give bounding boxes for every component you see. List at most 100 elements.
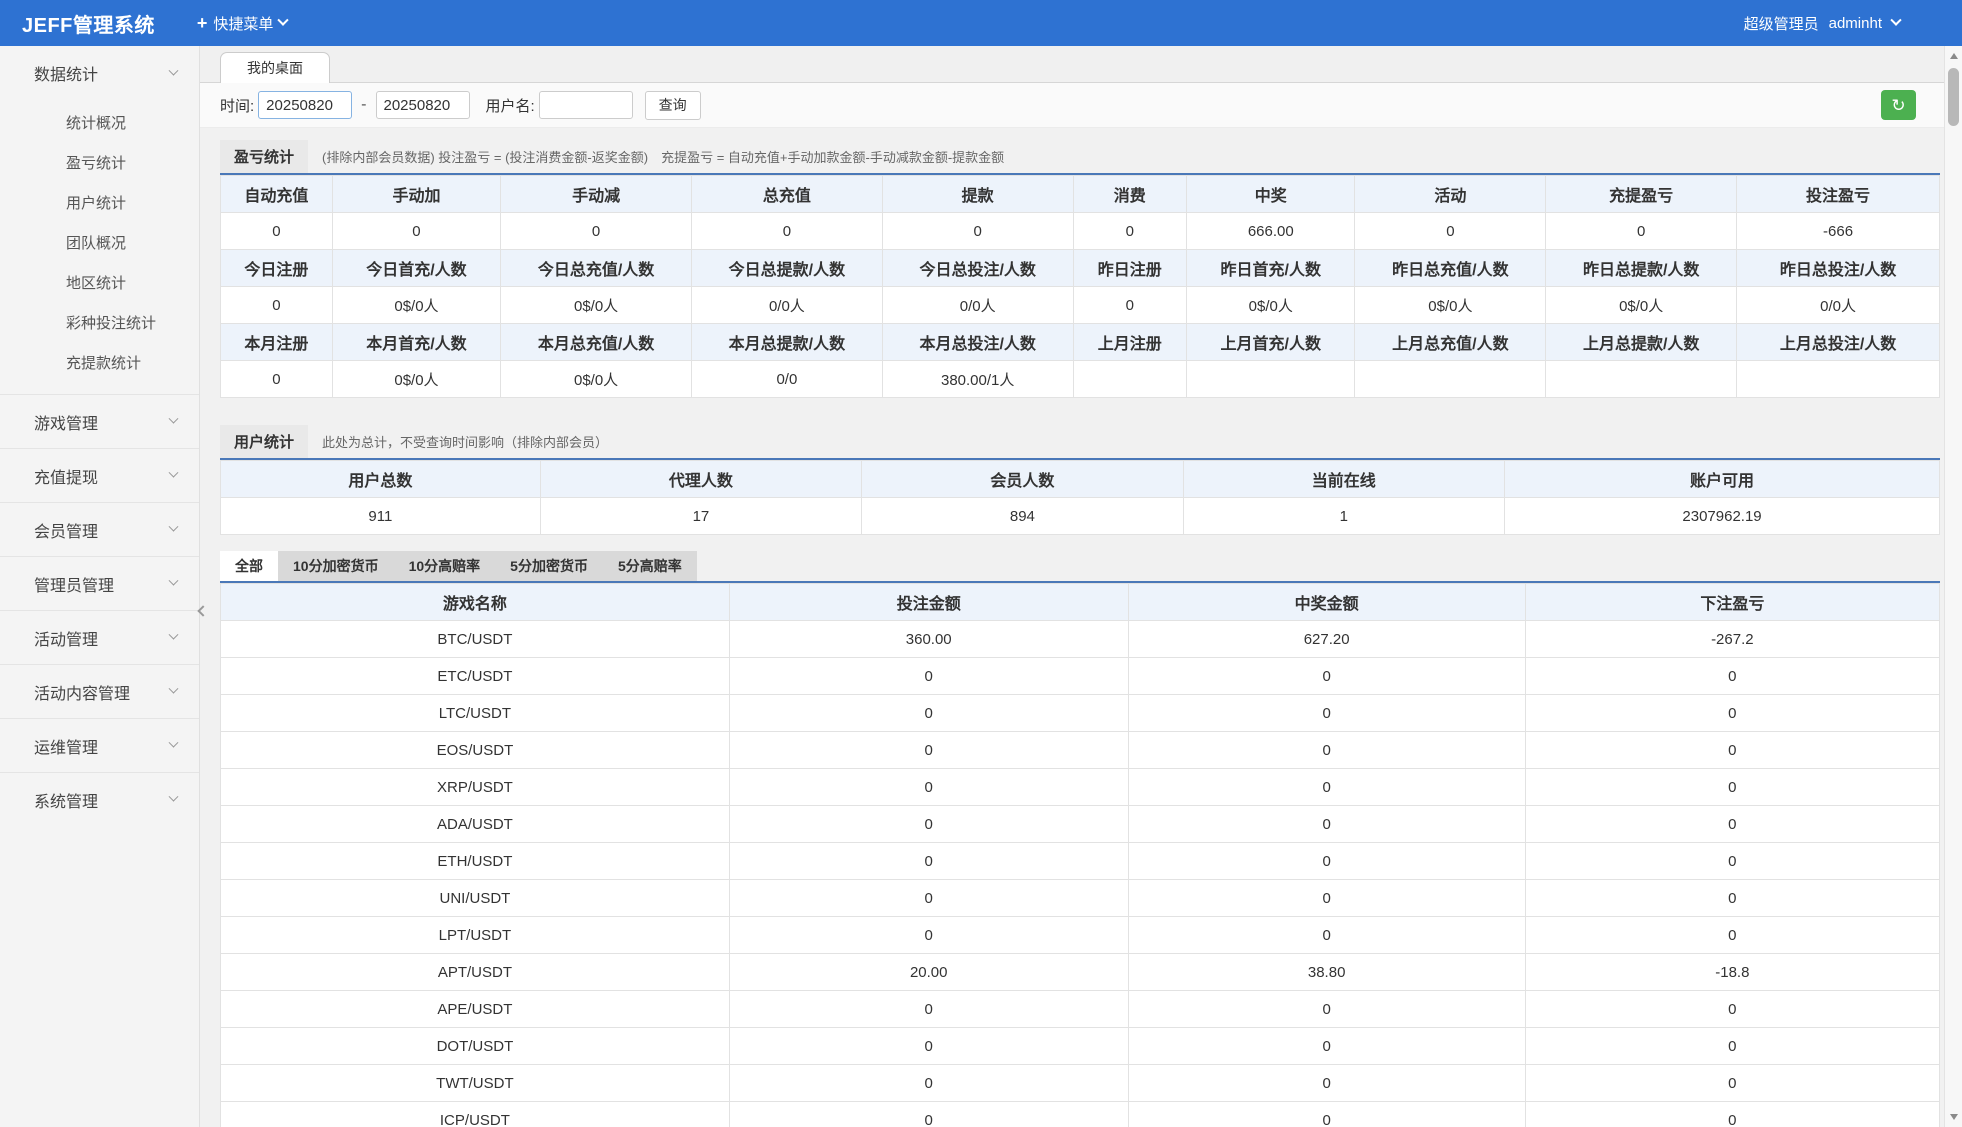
game-cell: 0	[729, 843, 1128, 880]
user-header-row: 用户总数代理人数会员人数当前在线账户可用	[221, 461, 1940, 498]
profit-value-cell: 0	[221, 361, 333, 398]
sidebar-group-label: 活动管理	[34, 626, 170, 650]
profit-value-cell: 0$/0人	[1187, 287, 1355, 324]
time-from-input[interactable]	[258, 91, 352, 119]
game-cell: 0	[1525, 991, 1939, 1028]
user-section-header: 用户统计 此处为总计，不受查询时间影响（排除内部会员）	[220, 425, 1940, 460]
game-row: TWT/USDT000	[221, 1065, 1940, 1102]
scrollbar[interactable]	[1944, 46, 1962, 1127]
username-input[interactable]	[539, 91, 633, 119]
scrollbar-thumb[interactable]	[1948, 68, 1959, 126]
game-tab[interactable]: 全部	[220, 551, 278, 581]
sidebar-group[interactable]: 充值提现	[0, 448, 199, 502]
game-cell: 0	[729, 658, 1128, 695]
user-header-cell: 会员人数	[862, 461, 1183, 498]
game-cell: 0	[1525, 917, 1939, 954]
scroll-down-arrow[interactable]	[1945, 1109, 1962, 1125]
query-button[interactable]: 查询	[645, 91, 701, 120]
sidebar-subitem[interactable]: 盈亏统计	[0, 144, 199, 184]
game-cell: 0	[1128, 843, 1525, 880]
sidebar-group[interactable]: 会员管理	[0, 502, 199, 556]
sidebar-collapse-handle[interactable]	[196, 594, 210, 628]
game-cell: -267.2	[1525, 621, 1939, 658]
chevron-down-icon	[1890, 15, 1901, 26]
game-cell: TWT/USDT	[221, 1065, 730, 1102]
profit-value-cell: 0	[1073, 287, 1186, 324]
chevron-left-icon	[197, 605, 208, 616]
time-to-input[interactable]	[376, 91, 470, 119]
sidebar-group-label: 系统管理	[34, 788, 170, 812]
sidebar-subitem[interactable]: 团队概况	[0, 224, 199, 264]
game-header-cell: 中奖金额	[1128, 584, 1525, 621]
game-tab[interactable]: 10分高赔率	[394, 551, 496, 581]
profit-header-cell: 消费	[1073, 176, 1186, 213]
sidebar-group[interactable]: 数据统计	[0, 46, 199, 100]
sidebar-subitem[interactable]: 统计概况	[0, 104, 199, 144]
profit-value-cell: 0/0人	[882, 287, 1073, 324]
profit-value-cell	[1073, 361, 1186, 398]
game-cell: 0	[1128, 991, 1525, 1028]
content: 盈亏统计 (排除内部会员数据) 投注盈亏 = (投注消费金额-返奖金额) 充提盈…	[200, 128, 1944, 1127]
tab-my-desktop[interactable]: 我的桌面	[220, 52, 330, 83]
profit-value-cell: 0	[332, 213, 500, 250]
user-value-cell: 1	[1183, 498, 1504, 535]
sidebar-subitem[interactable]: 用户统计	[0, 184, 199, 224]
user-header-cell: 用户总数	[221, 461, 541, 498]
sidebar-group-label: 会员管理	[34, 518, 170, 542]
sidebar-group[interactable]: 系统管理	[0, 772, 199, 826]
refresh-icon	[1891, 97, 1905, 114]
game-cell: 0	[729, 806, 1128, 843]
sidebar-subitem[interactable]: 彩种投注统计	[0, 304, 199, 344]
main-area: 我的桌面 时间: - 用户名: 查询 盈亏统计 (排除内部会员数据) 投注盈亏 …	[200, 46, 1944, 1127]
sidebar-group[interactable]: 运维管理	[0, 718, 199, 772]
profit-value-cell: 380.00/1人	[882, 361, 1073, 398]
game-tab[interactable]: 5分加密货币	[495, 551, 603, 581]
sidebar-group-label: 数据统计	[34, 61, 170, 85]
sidebar-subitem[interactable]: 充提款统计	[0, 344, 199, 384]
sidebar-subitem[interactable]: 地区统计	[0, 264, 199, 304]
profit-header-cell: 昨日首充/人数	[1187, 250, 1355, 287]
profit-value-cell: 0	[1073, 213, 1186, 250]
game-cell: 0	[1525, 880, 1939, 917]
user-section-title: 用户统计	[220, 425, 308, 458]
profit-value-cell	[1546, 361, 1737, 398]
game-cell: XRP/USDT	[221, 769, 730, 806]
game-cell: 0	[1128, 917, 1525, 954]
user-value-cell: 911	[221, 498, 541, 535]
scroll-up-arrow[interactable]	[1945, 48, 1962, 64]
user-value-cell: 2307962.19	[1505, 498, 1940, 535]
sidebar-group[interactable]: 活动管理	[0, 610, 199, 664]
game-cell: ETH/USDT	[221, 843, 730, 880]
profit-header-cell: 活动	[1355, 176, 1546, 213]
user-menu[interactable]: 超级管理员 adminht	[1744, 13, 1900, 34]
profit-value-cell	[1187, 361, 1355, 398]
game-cell: 0	[729, 1065, 1128, 1102]
game-header-row: 游戏名称投注金额中奖金额下注盈亏	[221, 584, 1940, 621]
refresh-button[interactable]	[1881, 90, 1916, 120]
game-cell: 627.20	[1128, 621, 1525, 658]
game-cell: 0	[729, 695, 1128, 732]
profit-value-cell: 0	[882, 213, 1073, 250]
game-cell: 0	[1128, 658, 1525, 695]
user-header-cell: 账户可用	[1505, 461, 1940, 498]
game-cell: 0	[729, 732, 1128, 769]
profit-header-row: 自动充值手动加手动减总充值提款消费中奖活动充提盈亏投注盈亏	[221, 176, 1940, 213]
game-cell: 0	[1128, 806, 1525, 843]
quick-menu-button[interactable]: 快捷菜单	[197, 13, 288, 34]
profit-value-cell: 0/0	[691, 361, 882, 398]
game-tab[interactable]: 10分加密货币	[278, 551, 394, 581]
profit-header-cell: 本月注册	[221, 324, 333, 361]
profit-value-cell: 0	[501, 213, 692, 250]
game-cell: 0	[1128, 695, 1525, 732]
profit-header-cell: 今日总充值/人数	[501, 250, 692, 287]
sidebar-group[interactable]: 游戏管理	[0, 394, 199, 448]
game-cell: 0	[1128, 769, 1525, 806]
profit-value-cell: 0$/0人	[501, 361, 692, 398]
user-header-cell: 代理人数	[540, 461, 861, 498]
sidebar-group[interactable]: 管理员管理	[0, 556, 199, 610]
sidebar-group[interactable]: 活动内容管理	[0, 664, 199, 718]
chevron-down-icon	[169, 630, 179, 640]
time-separator: -	[361, 96, 366, 114]
game-tab[interactable]: 5分高赔率	[603, 551, 697, 581]
user-value-cell: 17	[540, 498, 861, 535]
